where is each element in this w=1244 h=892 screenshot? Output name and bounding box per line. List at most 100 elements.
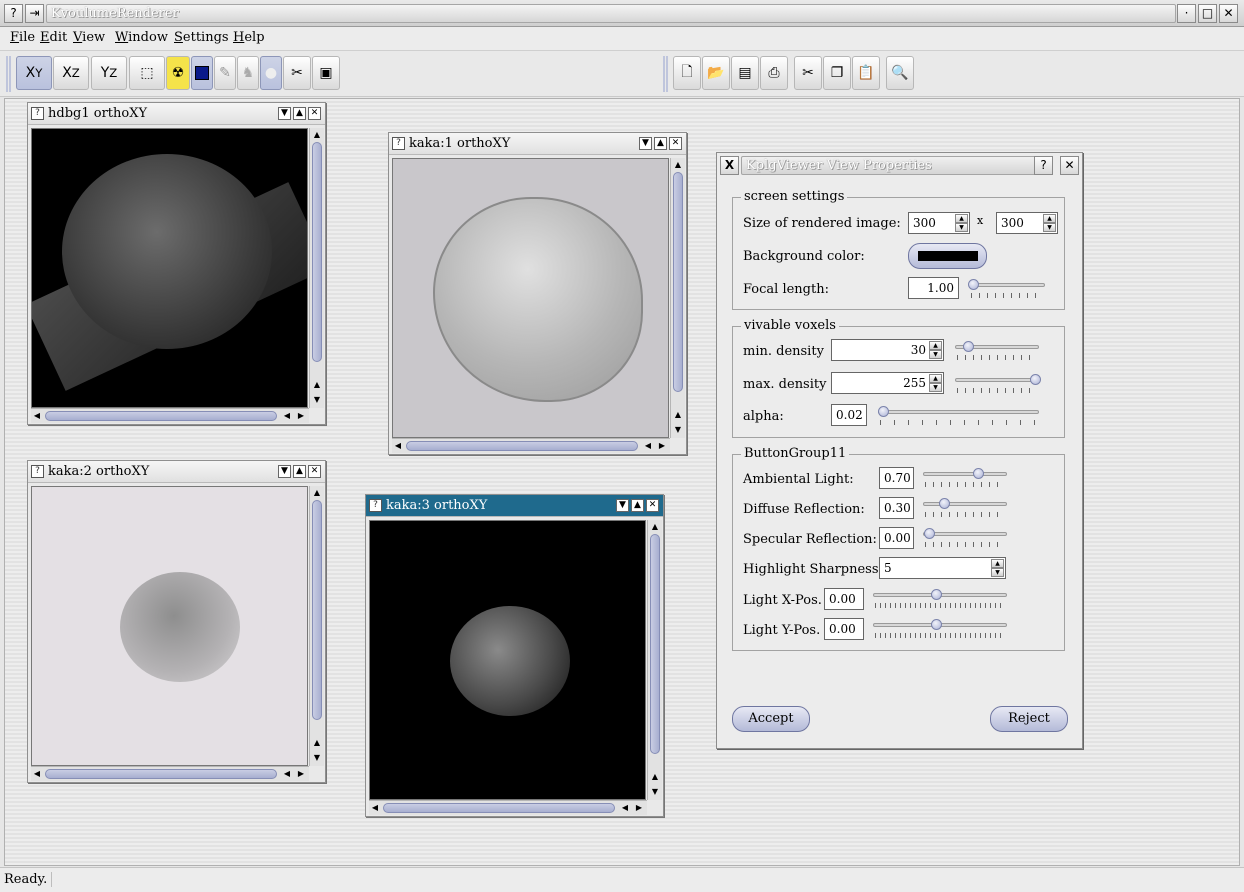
vertical-scrollbar[interactable]: ▲ ▲ ▼ — [647, 520, 662, 800]
scroll-right-icon[interactable]: ▶ — [295, 409, 307, 423]
menu-help[interactable]: Help — [233, 30, 265, 45]
maximize-icon[interactable]: ▲ — [293, 107, 306, 120]
scroll-left-icon[interactable]: ◀ — [369, 801, 381, 815]
view-properties-dialog[interactable]: X KplgViewer View Properties ? ✕ screen … — [716, 152, 1083, 749]
horizontal-scrollbar[interactable]: ◀ ◀ ▶ — [31, 766, 309, 781]
app-icon[interactable]: ? — [4, 4, 23, 23]
slider-handle[interactable] — [877, 406, 889, 417]
close-icon[interactable]: ✕ — [646, 499, 659, 512]
scroll-thumb-h[interactable] — [383, 803, 615, 813]
scroll-up-icon[interactable]: ▲ — [311, 128, 323, 142]
scroll-up-icon-2[interactable]: ▲ — [311, 378, 323, 392]
ambient-field[interactable]: 0.70 — [879, 467, 914, 489]
light-x-slider[interactable] — [873, 588, 1007, 610]
view-xz-button[interactable]: XZ — [53, 56, 89, 90]
scroll-right-icon[interactable]: ▶ — [633, 801, 645, 815]
save-icon[interactable]: ▤ — [731, 56, 759, 90]
reject-button[interactable]: Reject — [990, 706, 1068, 732]
scroll-down-icon[interactable]: ▼ — [649, 785, 661, 799]
scroll-left-icon[interactable]: ◀ — [392, 439, 404, 453]
paste-icon[interactable]: 📋 — [852, 56, 880, 90]
radiation-icon[interactable]: ☢ — [166, 56, 190, 90]
min-density-slider[interactable] — [955, 340, 1039, 362]
horizontal-scrollbar[interactable]: ◀ ◀ ▶ — [369, 800, 647, 815]
scroll-thumb[interactable] — [673, 172, 683, 392]
menu-window[interactable]: Window — [115, 30, 168, 45]
width-spin-arrows[interactable]: ▲ ▼ — [955, 214, 968, 232]
horizontal-scrollbar[interactable]: ◀ ◀ ▶ — [31, 408, 309, 423]
minimize-icon[interactable]: ▼ — [278, 107, 291, 120]
close-icon[interactable]: ✕ — [308, 107, 321, 120]
color-volume-icon[interactable] — [191, 56, 213, 90]
max-spin-arrows[interactable]: ▲ ▼ — [929, 374, 942, 392]
scroll-up-icon[interactable]: ▲ — [649, 520, 661, 534]
x-logo-icon[interactable]: X — [720, 156, 739, 175]
scroll-up-icon[interactable]: ▲ — [311, 486, 323, 500]
height-spin-arrows[interactable]: ▲ ▼ — [1043, 214, 1056, 232]
slider-handle[interactable] — [930, 589, 942, 600]
vertical-scrollbar[interactable]: ▲ ▲ ▼ — [670, 158, 685, 438]
minimize-icon[interactable]: ▼ — [278, 465, 291, 478]
maximize-icon[interactable]: ▲ — [654, 137, 667, 150]
scroll-thumb-h[interactable] — [406, 441, 638, 451]
minimize-icon[interactable]: ▼ — [616, 499, 629, 512]
slider-handle[interactable] — [972, 468, 984, 479]
alpha-slider[interactable] — [877, 405, 1039, 427]
render-view-gray[interactable] — [392, 158, 669, 438]
maximize-button[interactable]: □ — [1198, 4, 1217, 23]
render-view-light[interactable] — [31, 486, 308, 766]
alpha-field[interactable]: 0.02 — [831, 404, 867, 426]
ambient-slider[interactable] — [923, 467, 1007, 489]
slider-handle[interactable] — [962, 341, 974, 352]
scroll-left-icon-2[interactable]: ◀ — [619, 801, 631, 815]
app-title-bar[interactable]: ? ⇥ KvoulumeRenderer · □ ✕ — [0, 0, 1244, 27]
close-icon[interactable]: ✕ — [308, 465, 321, 478]
minimize-button[interactable]: · — [1177, 4, 1196, 23]
scroll-up-icon[interactable]: ▲ — [672, 158, 684, 172]
sharpness-spin-arrows[interactable]: ▲ ▼ — [991, 559, 1004, 577]
scroll-right-icon[interactable]: ▶ — [656, 439, 668, 453]
view-xy-button[interactable]: XY — [16, 56, 52, 90]
scroll-left-icon-2[interactable]: ◀ — [281, 767, 293, 781]
horizontal-scrollbar[interactable]: ◀ ◀ ▶ — [392, 438, 670, 453]
mdi-window-kaka2[interactable]: kaka:2 orthoXY ? ▼ ▲ ✕ ▲ ▲ ▼ ◀ ◀ ▶ — [27, 460, 326, 783]
menu-settings[interactable]: Settings — [174, 30, 229, 45]
new-file-icon[interactable]: 🗋 — [673, 56, 701, 90]
scroll-left-icon-2[interactable]: ◀ — [642, 439, 654, 453]
brush-icon[interactable]: ✎ — [214, 56, 236, 90]
scroll-thumb[interactable] — [312, 142, 322, 362]
scroll-thumb[interactable] — [650, 534, 660, 754]
accept-button[interactable]: Accept — [732, 706, 810, 732]
scroll-up-icon-2[interactable]: ▲ — [311, 736, 323, 750]
slider-handle[interactable] — [939, 498, 950, 509]
sharpness-spinbox[interactable]: 5 ▲ ▼ — [879, 557, 1006, 579]
scroll-down-icon[interactable]: ▼ — [311, 393, 323, 407]
slider-handle[interactable] — [923, 528, 935, 539]
menu-edit[interactable]: Edit — [40, 30, 67, 45]
print-icon[interactable]: ⎙ — [760, 56, 788, 90]
copy-icon[interactable]: ❐ — [823, 56, 851, 90]
image-export-icon[interactable]: ▣ — [312, 56, 340, 90]
menu-view[interactable]: View — [73, 30, 105, 45]
toolbar-grip[interactable] — [6, 56, 11, 92]
maximize-icon[interactable]: ▲ — [631, 499, 644, 512]
close-icon[interactable]: ✕ — [669, 137, 682, 150]
height-spinbox[interactable]: 300 ▲ ▼ — [996, 212, 1058, 234]
specular-slider[interactable] — [923, 527, 1007, 549]
diffuse-field[interactable]: 0.30 — [879, 497, 914, 519]
dialog-close-button[interactable]: ✕ — [1060, 156, 1079, 175]
slider-handle[interactable] — [1029, 374, 1041, 385]
min-density-spinbox[interactable]: 30 ▲ ▼ — [831, 339, 944, 361]
sphere-icon[interactable]: ● — [260, 56, 282, 90]
scroll-down-icon[interactable]: ▼ — [672, 423, 684, 437]
cube-icon[interactable]: ⬚ — [129, 56, 165, 90]
scroll-up-icon-2[interactable]: ▲ — [672, 408, 684, 422]
mdi-window-hdbg1[interactable]: hdbg1 orthoXY ? ▼ ▲ ✕ ▲ ▲ ▼ ◀ ◀ ▶ — [27, 102, 326, 425]
mdi-window-kaka1[interactable]: kaka:1 orthoXY ? ▼ ▲ ✕ ▲ ▲ ▼ ◀ ◀ ▶ — [388, 132, 687, 455]
view-yz-button[interactable]: YZ — [91, 56, 127, 90]
help-button[interactable]: ? — [1034, 156, 1053, 175]
min-spin-arrows[interactable]: ▲ ▼ — [929, 341, 942, 359]
pin-icon[interactable]: ⇥ — [25, 4, 44, 23]
max-density-slider[interactable] — [955, 373, 1041, 395]
scroll-left-icon-2[interactable]: ◀ — [281, 409, 293, 423]
